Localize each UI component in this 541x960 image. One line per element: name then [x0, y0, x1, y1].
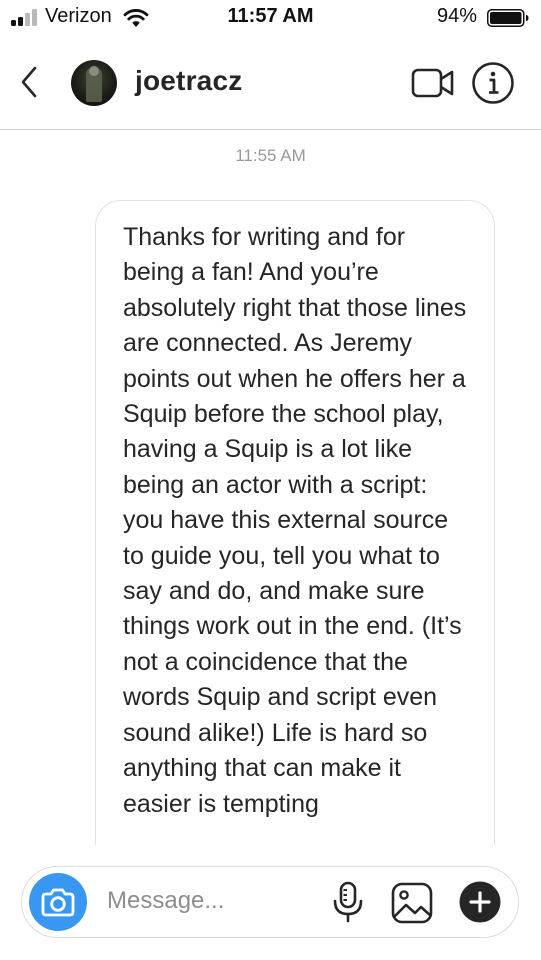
conversation-username[interactable]: joetracz: [135, 65, 242, 97]
avatar[interactable]: [71, 60, 117, 106]
battery-icon: [487, 9, 529, 27]
battery-percent: 94%: [437, 5, 478, 27]
message-timestamp: 11:55 AM: [235, 146, 306, 165]
camera-button[interactable]: [29, 873, 87, 931]
microphone-icon[interactable]: [330, 880, 366, 924]
gallery-icon[interactable]: [390, 881, 434, 925]
message-composer: [21, 866, 519, 938]
camera-icon: [41, 888, 75, 917]
conversation-header: joetracz: [0, 36, 541, 130]
status-bar: Verizon 11:57 AM 94%: [0, 0, 541, 36]
video-camera-icon[interactable]: [411, 66, 455, 100]
info-icon[interactable]: [471, 61, 515, 105]
message-text: Thanks for writing and for being a fan! …: [123, 223, 467, 818]
plus-icon[interactable]: [459, 881, 501, 923]
dm-screen: Verizon 11:57 AM 94% joetracz 11:55 AM T…: [0, 0, 541, 960]
message-input[interactable]: [107, 883, 322, 919]
chevron-left-icon[interactable]: [14, 62, 46, 102]
message-bubble[interactable]: Thanks for writing and for being a fan! …: [95, 200, 495, 845]
message-thread[interactable]: 11:55 AM Thanks for writing and for bein…: [0, 130, 541, 845]
